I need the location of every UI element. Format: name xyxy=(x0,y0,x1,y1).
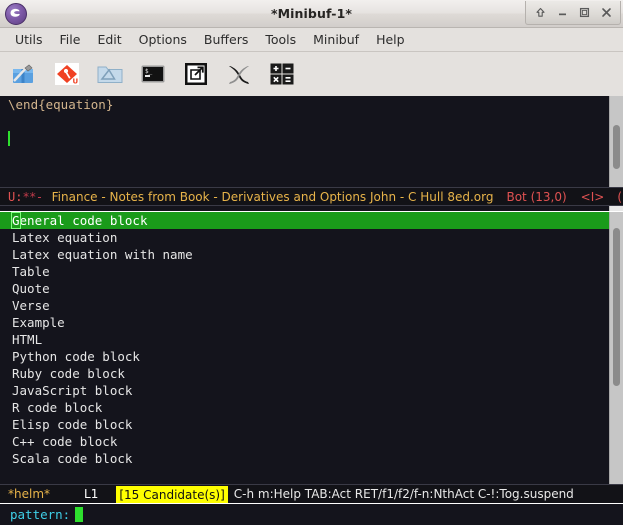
terminal-icon[interactable]: $_ xyxy=(137,58,169,90)
menu-item-help[interactable]: Help xyxy=(368,30,414,49)
helm-candidate-selected[interactable]: General code block xyxy=(0,212,609,229)
helm-scrollbar-thumb[interactable] xyxy=(613,228,620,387)
list-item[interactable]: R code block xyxy=(8,399,609,416)
menu-item-buffers[interactable]: Buffers xyxy=(196,30,257,49)
menu-item-utils[interactable]: Utils xyxy=(7,30,52,49)
window-separator-scrollbar xyxy=(609,206,623,211)
helm-candidate-list[interactable]: General code block Latex equation Latex … xyxy=(0,212,609,484)
minimize-button[interactable] xyxy=(551,2,573,24)
mode-line-position: Bot (13,0) xyxy=(506,189,567,204)
emacs-window: *Minibuf-1* Utils File Edit Options Buff… xyxy=(0,0,623,525)
helm-keybinding-hints: C-h m:Help TAB:Act RET/f1/f2/f-n:NthAct … xyxy=(233,487,574,501)
editor-mode-line: U: **- Finance - Notes from Book - Deriva… xyxy=(0,187,623,206)
list-item[interactable]: Verse xyxy=(8,297,609,314)
folder-dired-icon[interactable] xyxy=(94,58,126,90)
minibuffer-prompt: pattern: xyxy=(10,507,71,522)
mode-line-status: **- xyxy=(22,189,43,204)
mode-line-buffer-name: Finance - Notes from Book - Derivatives … xyxy=(51,189,494,204)
maximize-button[interactable] xyxy=(573,2,595,24)
list-item[interactable]: JavaScript block xyxy=(8,382,609,399)
menu-item-edit[interactable]: Edit xyxy=(89,30,130,49)
list-item[interactable]: Latex equation with name xyxy=(8,246,609,263)
magit-diamond-icon[interactable]: U xyxy=(51,58,83,90)
menu-item-tools[interactable]: Tools xyxy=(257,30,305,49)
editor-text-area[interactable]: \end{equation} xyxy=(0,96,609,187)
minibuffer-cursor xyxy=(75,507,84,522)
x-latex-icon[interactable] xyxy=(223,58,255,90)
shade-button[interactable] xyxy=(529,2,551,24)
helm-scrollbar[interactable] xyxy=(609,212,623,484)
svg-text:$_: $_ xyxy=(145,68,153,75)
external-window-icon[interactable] xyxy=(180,58,212,90)
menu-item-minibuf[interactable]: Minibuf xyxy=(305,30,368,49)
mode-line-coding: U: xyxy=(8,189,23,204)
editor-window[interactable]: \end{equation} xyxy=(0,96,623,187)
minibuffer[interactable]: pattern: xyxy=(0,503,623,525)
title-bar: *Minibuf-1* xyxy=(0,0,623,28)
list-item[interactable]: Table xyxy=(8,263,609,280)
helm-selected-cursor: G xyxy=(11,212,21,229)
list-item[interactable]: Scala code block xyxy=(8,450,609,467)
package-tools-icon[interactable] xyxy=(8,58,40,90)
helm-candidate-count-badge: [15 Candidate(s)] xyxy=(116,485,228,503)
editor-cursor xyxy=(8,131,10,146)
emacs-frame: \end{equation} U: **- Finance - Notes fro… xyxy=(0,96,623,525)
helm-mode-line-buffer: *helm* xyxy=(8,487,51,501)
close-button[interactable] xyxy=(595,2,617,24)
mode-line-input-method: <I> xyxy=(580,189,605,204)
helm-mode-line-line-number: L1 xyxy=(84,487,99,501)
calculator-icon[interactable] xyxy=(266,58,298,90)
list-item[interactable]: HTML xyxy=(8,331,609,348)
list-item[interactable]: Quote xyxy=(8,280,609,297)
list-item[interactable]: Ruby code block xyxy=(8,365,609,382)
editor-line-2 xyxy=(8,113,609,130)
list-item[interactable]: Python code block xyxy=(8,348,609,365)
helm-window[interactable]: General code block Latex equation Latex … xyxy=(0,211,623,484)
editor-line-1: \end{equation} xyxy=(8,97,114,112)
window-controls xyxy=(525,1,621,25)
helm-mode-line: *helm* L1 [15 Candidate(s)] C-h m:Help T… xyxy=(0,484,623,503)
menu-item-options[interactable]: Options xyxy=(131,30,196,49)
editor-scrollbar[interactable] xyxy=(609,96,623,187)
list-item[interactable]: Elisp code block xyxy=(8,416,609,433)
menu-bar: Utils File Edit Options Buffers Tools Mi… xyxy=(0,28,623,52)
editor-line-3 xyxy=(8,130,609,147)
tool-bar: U $_ xyxy=(0,52,623,96)
menu-item-file[interactable]: File xyxy=(52,30,90,49)
mode-line-trailing: ( xyxy=(617,189,623,204)
svg-text:U: U xyxy=(73,78,79,86)
list-item[interactable]: C++ code block xyxy=(8,433,609,450)
list-item[interactable]: Example xyxy=(8,314,609,331)
helm-candidate-label-0: eneral code block xyxy=(19,213,148,228)
editor-scrollbar-thumb[interactable] xyxy=(613,125,620,169)
list-item[interactable]: Latex equation xyxy=(8,229,609,246)
